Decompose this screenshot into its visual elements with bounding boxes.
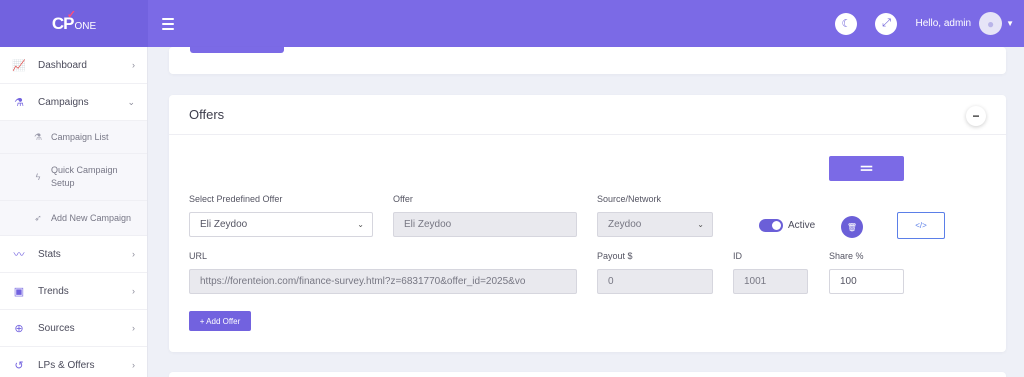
- brand-logo[interactable]: CPONE ✓: [0, 0, 148, 47]
- sidebar-item-dashboard[interactable]: 📈 Dashboard ›: [0, 47, 147, 84]
- expand-icon[interactable]: ⤢: [875, 12, 898, 35]
- user-avatar-icon[interactable]: ●: [979, 12, 1003, 35]
- share-label: Share %: [829, 251, 864, 261]
- sidebar-item-trends[interactable]: ▣ Trends ›: [0, 273, 147, 310]
- offers-card-header: Offers −: [169, 95, 1006, 135]
- predefined-offer-label: Select Predefined Offer: [189, 194, 283, 204]
- offer-label: Offer: [393, 194, 413, 204]
- add-offer-button[interactable]: + Add Offer: [189, 311, 251, 331]
- offer-input[interactable]: Eli Zeydoo: [393, 212, 577, 237]
- url-input[interactable]: https://forenteion.com/finance-survey.ht…: [189, 269, 577, 294]
- logo: CPONE ✓: [51, 8, 97, 33]
- active-toggle[interactable]: [759, 219, 783, 232]
- sidebar-item-lps-offers[interactable]: ↺ LPs & Offers ›: [0, 347, 147, 377]
- sidebar-item-sources[interactable]: ⊕ Sources ›: [0, 310, 147, 347]
- chevron-right-icon: ›: [132, 323, 135, 333]
- sidebar-item-stats[interactable]: 〰 Stats ›: [0, 236, 147, 273]
- user-greeting[interactable]: Hello, admin: [915, 18, 971, 29]
- menu-toggle-icon[interactable]: [162, 17, 174, 30]
- moon-icon[interactable]: ☾: [835, 12, 858, 35]
- chevron-right-icon: ›: [132, 249, 135, 259]
- source-network-label: Source/Network: [597, 194, 662, 204]
- previous-card-button[interactable]: [190, 47, 284, 53]
- payout-label: Payout $: [597, 251, 633, 261]
- previous-card: [169, 47, 1006, 74]
- sidebar-subitem-campaign-list[interactable]: ⚗ Campaign List: [0, 121, 147, 154]
- sidebar: 📈 Dashboard › ⚗ Campaigns ⌄ ⚗ Campaign L…: [0, 47, 148, 377]
- code-button[interactable]: </>: [897, 212, 945, 239]
- sidebar-subitem-quick-campaign-setup[interactable]: ϟ Quick Campaign Setup: [0, 154, 147, 201]
- chevron-down-icon[interactable]: ▼: [1006, 19, 1014, 28]
- active-label: Active: [788, 220, 816, 231]
- id-label: ID: [733, 251, 742, 261]
- share-input[interactable]: 100: [829, 269, 904, 294]
- chevron-right-icon: ›: [132, 360, 135, 370]
- history-icon: ↺: [14, 359, 24, 372]
- chevron-down-icon: ⌄: [357, 220, 364, 229]
- card-title: Offers: [189, 107, 225, 122]
- graph-icon: 〰: [13, 249, 25, 261]
- source-network-select[interactable]: Zeydoo ⌄: [597, 212, 713, 237]
- offers-card: Offers − ＝ Select Predefined Offer Eli Z…: [169, 95, 1006, 352]
- paper-plane-icon: ➶: [34, 212, 42, 223]
- id-input[interactable]: 1001: [733, 269, 808, 294]
- bolt-icon: ϟ: [35, 172, 41, 182]
- briefcase-icon: ▣: [13, 285, 25, 298]
- predefined-offer-select[interactable]: Eli Zeydoo ⌄: [189, 212, 373, 237]
- sidebar-subitem-add-new-campaign[interactable]: ➶ Add New Campaign: [0, 201, 147, 236]
- flask-icon: ⚗: [33, 131, 43, 142]
- offer-settings-button[interactable]: ＝: [829, 156, 904, 181]
- flask-icon: ⚗: [14, 96, 24, 109]
- delete-offer-button[interactable]: 🗑: [841, 216, 863, 238]
- globe-icon: ⊕: [14, 322, 24, 335]
- logo-check-icon: ✓: [66, 8, 76, 21]
- next-card: [169, 372, 1006, 377]
- sidebar-item-campaigns[interactable]: ⚗ Campaigns ⌄: [0, 84, 147, 121]
- chevron-down-icon: ⌄: [127, 96, 135, 107]
- chevron-down-icon: ⌄: [697, 220, 704, 229]
- top-navbar: CPONE ✓ ☾ ⤢ Hello, admin ● ▼: [0, 0, 1024, 47]
- chart-line-icon: 📈: [12, 59, 26, 72]
- chevron-right-icon: ›: [132, 60, 135, 70]
- payout-input[interactable]: 0: [597, 269, 713, 294]
- chevron-right-icon: ›: [132, 286, 135, 296]
- collapse-button[interactable]: −: [966, 106, 986, 126]
- url-label: URL: [189, 251, 208, 261]
